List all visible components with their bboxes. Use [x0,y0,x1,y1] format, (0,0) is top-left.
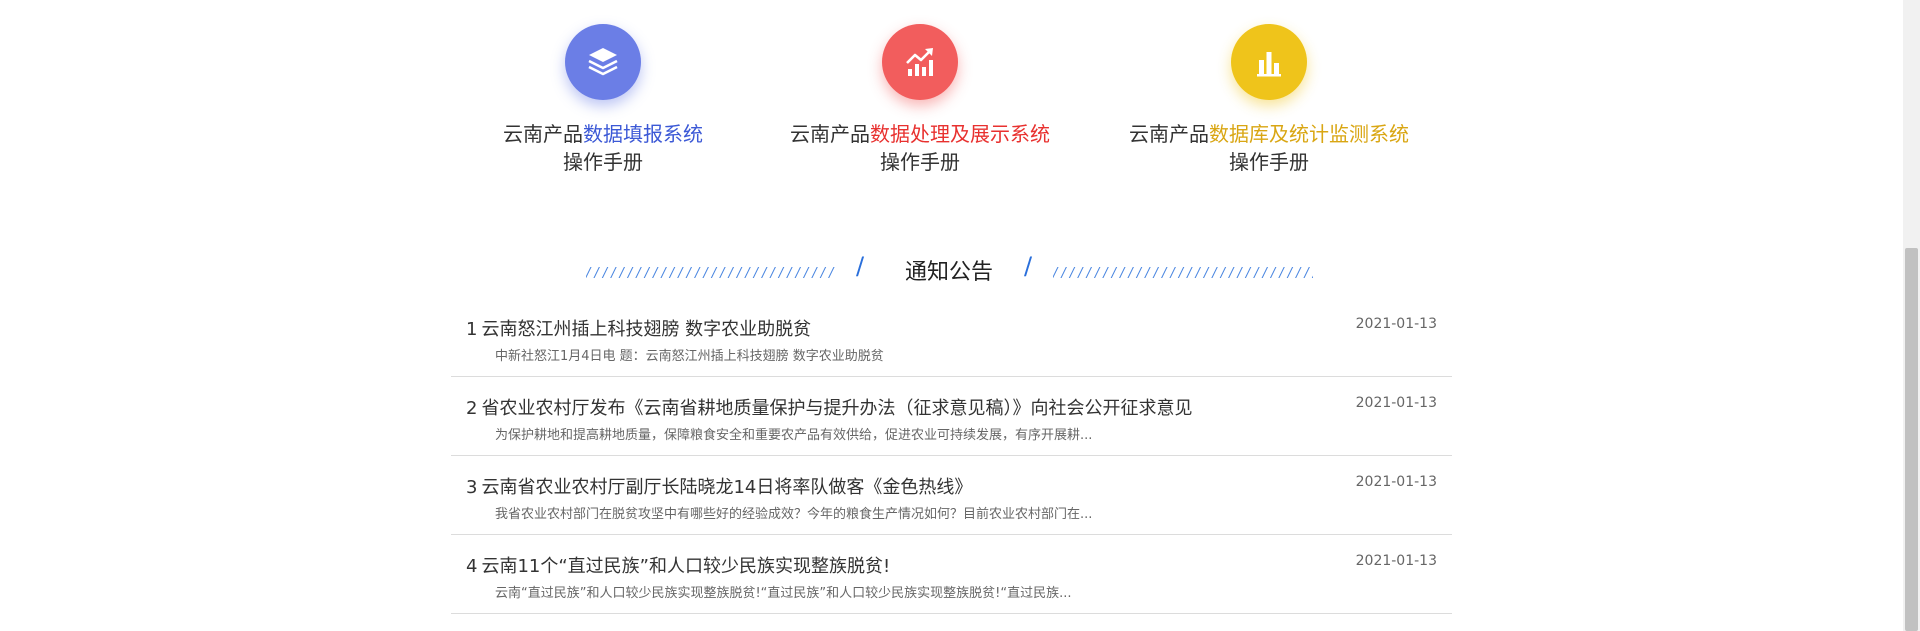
notice-title: 云南省农业农村厅副厅长陆晓龙14日将率队做客《金色热线》 [481,477,973,498]
bar-chart-icon [1257,52,1281,77]
notice-title: 省农业农村厅发布《云南省耕地质量保护与提升办法（征求意见稿）》向社会公开征求意见 [481,398,1193,419]
notice-number: 2 [466,398,478,419]
notice-headline[interactable]: 2 省农业农村厅发布《云南省耕地质量保护与提升办法（征求意见稿）》向社会公开征求意… [466,394,1192,420]
decorative-dash-line-right: ////////////////////////////////// [1053,266,1313,280]
decorative-slash-left: / [856,252,865,280]
manual-subtitle: 操作手册 [563,150,643,174]
notice-item[interactable]: 1 云南怒江州插上科技翅膀 数字农业助脱贫 中新社怒江1月4日电 题：云南怒江州插… [451,298,1452,377]
manual-data-entry[interactable]: 云南产品数据填报系统 操作手册 [433,24,773,176]
decorative-slash-right: / [1024,252,1033,280]
layers-icon [588,48,618,76]
notice-summary: 我省农业农村部门在脱贫攻坚中有哪些好的经验成效？今年的粮食生产情况如何？目前农业… [495,507,1093,522]
manual-title-highlight: 数据库及统计监测系统 [1209,122,1409,146]
manual-title: 云南产品数据处理及展示系统 [750,120,1090,148]
notice-headline[interactable]: 4 云南11个“直过民族”和人口较少民族实现整族脱贫! [466,552,890,578]
manual-title: 云南产品数据库及统计监测系统 [1099,120,1439,148]
vertical-scrollbar[interactable] [1903,0,1920,631]
manual-title-highlight: 数据填报系统 [583,122,703,146]
manual-title-prefix: 云南产品 [1129,122,1209,146]
manual-database-monitoring[interactable]: 云南产品数据库及统计监测系统 操作手册 [1099,24,1439,176]
notice-number: 1 [466,319,478,340]
notice-date: 2021-01-13 [1355,316,1437,332]
notice-item[interactable]: 3 云南省农业农村厅副厅长陆晓龙14日将率队做客《金色热线》 我省农业农村部门在脱… [451,456,1452,535]
notice-number: 4 [466,556,478,577]
notice-item[interactable]: 2 省农业农村厅发布《云南省耕地质量保护与提升办法（征求意见稿）》向社会公开征求意… [451,377,1452,456]
notice-item[interactable]: 4 云南11个“直过民族”和人口较少民族实现整族脱贫! 云南“直过民族”和人口较少… [451,535,1452,614]
notice-headline[interactable]: 1 云南怒江州插上科技翅膀 数字农业助脱贫 [466,315,811,341]
notice-date: 2021-01-13 [1355,553,1437,569]
decorative-dash-line-left: ////////////////////////////////// [586,266,836,280]
notice-date: 2021-01-13 [1355,395,1437,411]
manual-title-highlight: 数据处理及展示系统 [870,122,1050,146]
manual-data-processing[interactable]: 云南产品数据处理及展示系统 操作手册 [750,24,1090,176]
notice-headline[interactable]: 3 云南省农业农村厅副厅长陆晓龙14日将率队做客《金色热线》 [466,473,972,499]
manuals-section: 云南产品数据填报系统 操作手册 云南产品数据处理及展示系统 操作手册 云南产品数… [0,0,1900,190]
manual-icon-circle [565,24,641,100]
manual-icon-circle [1231,24,1307,100]
manual-icon-circle [882,24,958,100]
notice-title: 云南怒江州插上科技翅膀 数字农业助脱贫 [481,319,812,340]
manual-subtitle: 操作手册 [880,150,960,174]
notice-summary: 中新社怒江1月4日电 题：云南怒江州插上科技翅膀 数字农业助脱贫 [495,349,884,364]
notice-summary: 为保护耕地和提高耕地质量，保障粮食安全和重要农产品有效供给，促进农业可持续发展，… [495,428,1093,443]
notice-date: 2021-01-13 [1355,474,1437,490]
notice-list: 1 云南怒江州插上科技翅膀 数字农业助脱贫 中新社怒江1月4日电 题：云南怒江州插… [451,298,1452,614]
notice-title: 云南11个“直过民族”和人口较少民族实现整族脱贫! [481,556,891,577]
manual-title-prefix: 云南产品 [790,122,870,146]
manual-title: 云南产品数据填报系统 [433,120,773,148]
scrollbar-thumb[interactable] [1905,248,1918,631]
manual-title-prefix: 云南产品 [503,122,583,146]
notice-section-title: 通知公告 [905,260,994,285]
notice-number: 3 [466,477,478,498]
manual-subtitle: 操作手册 [1229,150,1309,174]
notice-summary: 云南“直过民族”和人口较少民族实现整族脱贫!“直过民族”和人口较少民族实现整族脱… [495,586,1072,601]
trend-chart-icon [906,48,933,76]
notice-section-header: ////////////////////////////////// / 通知公… [0,248,1900,288]
